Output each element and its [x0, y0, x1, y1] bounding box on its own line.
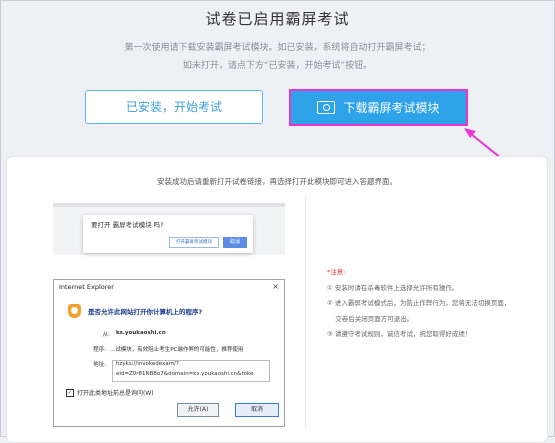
ie-dialog-screenshot: Internet Explorer × 是否允许此网站打开你计算机上的程序? 从…	[53, 279, 285, 427]
ie-dialog-title: Internet Explorer	[59, 283, 114, 291]
card-divider	[305, 195, 306, 430]
close-icon: ×	[272, 282, 279, 291]
ie-address-line-1: hzyks://invokedexam/?	[116, 361, 179, 367]
checkbox-checked-icon: ✓	[66, 388, 74, 397]
ie-address-line-2: eid=Z0r81NB8o7&domain=ks.youkaoshi.cn&to…	[116, 371, 254, 377]
browser-dialog-screenshot: 要打开 霸屏考试模块 吗? 打开霸屏考试模块 取消	[53, 203, 285, 255]
note-item: ② 进入霸屏考试模式后，为防止作弊行为，您将无法切换页面，	[327, 299, 511, 307]
notes-heading: *注意:	[327, 268, 346, 276]
browser-dialog-question: 要打开 霸屏考试模块 吗?	[91, 221, 164, 229]
ie-allow-button: 允许(A)	[177, 403, 219, 417]
ie-address-label: 地址:	[93, 362, 106, 368]
browser-open-dialog: 要打开 霸屏考试模块 吗? 打开霸屏考试模块 取消	[83, 215, 253, 253]
instruction-card: 安装成功后请重新打开试卷链接，再选择打开此模块即可进入答题界面。 要打开 霸屏考…	[6, 156, 548, 443]
ie-cancel-button: 取消	[235, 403, 279, 417]
install-tip: 安装成功后请重新打开试卷链接，再选择打开此模块即可进入答题界面。	[157, 177, 397, 186]
note-item: 交卷后关闭页面方可退出。	[327, 314, 414, 323]
note-item: ③ 请遵守考试规则，诚信考试，祝您取得好成绩！	[327, 330, 472, 338]
browser-open-module-button: 打开霸屏考试模块	[169, 237, 219, 248]
shield-icon	[68, 304, 81, 318]
ie-program-label: 程序:	[93, 347, 106, 353]
ie-always-ask-checkbox: ✓ 打开此类地址前总是询问(W)	[66, 388, 154, 397]
ie-from-label: 从:	[102, 332, 110, 338]
ie-from-value: ks.youkaoshi.cn	[116, 330, 166, 336]
note-item: ① 安装时请在杀毒软件上选择允许所有操作。	[327, 283, 459, 292]
ie-dialog-question: 是否允许此网站打开你计算机上的程序?	[88, 308, 203, 316]
ie-always-ask-label: 打开此类地址前总是询问(W)	[77, 390, 154, 397]
notes-list: *注意: ① 安装时请在杀毒软件上选择允许所有操作。 ② 进入霸屏考试模式后，为…	[327, 265, 510, 343]
ie-program-value: ...试模块，有效阻止考生PC端作弊的可能性，推荐使用	[110, 347, 244, 353]
browser-cancel-button: 取消	[223, 237, 247, 248]
